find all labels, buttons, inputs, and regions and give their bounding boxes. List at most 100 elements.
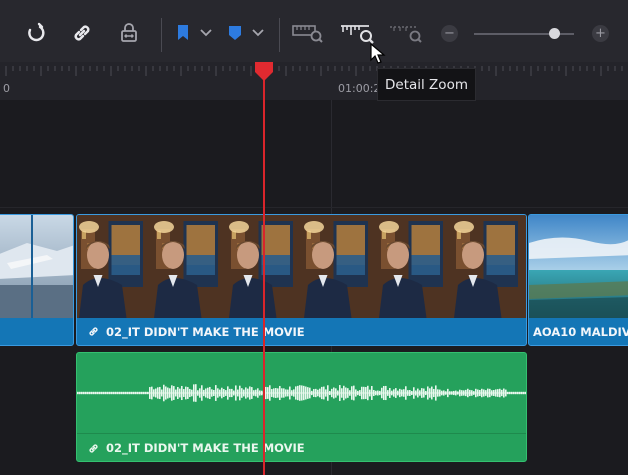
- waveform-sample: [101, 391, 103, 395]
- waveform-sample: [423, 388, 425, 398]
- waveform-sample: [117, 391, 119, 395]
- waveform-sample: [309, 387, 311, 399]
- toolbar-separator: [279, 18, 280, 52]
- waveform-sample: [169, 388, 171, 398]
- snap-icon[interactable]: [22, 18, 50, 48]
- timecode-ruler[interactable]: [0, 62, 628, 100]
- flag-icon[interactable]: [174, 18, 192, 48]
- waveform-sample: [493, 390, 495, 396]
- waveform-sample: [91, 391, 93, 395]
- waveform-sample: [435, 385, 437, 401]
- waveform-sample: [223, 389, 225, 397]
- waveform-sample: [419, 390, 421, 396]
- waveform-sample: [381, 387, 383, 399]
- waveform-sample: [331, 388, 333, 398]
- waveform-sample: [475, 388, 477, 398]
- waveform-sample: [157, 387, 159, 399]
- clip-name: 02_IT DIDN'T MAKE THE MOVIE: [106, 441, 305, 455]
- waveform-sample: [473, 391, 475, 395]
- waveform-sample: [503, 388, 505, 398]
- waveform-sample: [111, 391, 113, 395]
- waveform-sample: [271, 389, 273, 397]
- waveform-sample: [235, 385, 237, 401]
- waveform-sample: [451, 391, 453, 395]
- waveform-sample: [387, 390, 389, 396]
- zoom-out-icon[interactable]: −: [441, 25, 458, 42]
- waveform-sample: [283, 388, 285, 398]
- waveform-sample: [459, 389, 461, 397]
- waveform-sample: [219, 389, 221, 397]
- waveform-sample: [217, 388, 219, 398]
- waveform-sample: [225, 390, 227, 396]
- waveform-sample: [127, 391, 129, 395]
- waveform-sample: [351, 386, 353, 400]
- waveform-sample: [255, 389, 257, 397]
- waveform-sample: [221, 387, 223, 399]
- waveform-sample: [513, 391, 515, 395]
- waveform-sample: [207, 387, 209, 399]
- waveform-sample: [429, 388, 431, 398]
- waveform-sample: [401, 389, 403, 397]
- link-icon[interactable]: [68, 18, 96, 48]
- waveform-sample: [425, 390, 427, 396]
- waveform-sample: [243, 389, 245, 397]
- ruler-ticks: [5, 66, 623, 76]
- waveform-sample: [163, 384, 165, 402]
- waveform-sample: [395, 388, 397, 398]
- waveform-sample: [301, 385, 303, 401]
- waveform-sample: [311, 390, 313, 396]
- custom-zoom-icon[interactable]: [388, 18, 426, 48]
- chevron-down-icon[interactable]: [251, 18, 265, 48]
- waveform-sample: [79, 391, 81, 395]
- playhead-line[interactable]: [263, 70, 265, 475]
- waveform-sample: [303, 385, 305, 401]
- video-clip[interactable]: [0, 214, 74, 346]
- waveform-sample: [465, 389, 467, 397]
- audio-clip[interactable]: 02_IT DIDN'T MAKE THE MOVIE: [76, 352, 527, 462]
- waveform-sample: [305, 386, 307, 400]
- position-lock-icon[interactable]: [115, 18, 143, 48]
- waveform-sample: [139, 391, 141, 395]
- waveform-sample: [357, 390, 359, 396]
- waveform-sample: [323, 386, 325, 400]
- waveform-sample: [277, 388, 279, 398]
- waveform-sample: [267, 387, 269, 399]
- waveform-sample: [343, 385, 345, 401]
- waveform-sample: [333, 387, 335, 399]
- chevron-down-icon[interactable]: [199, 18, 213, 48]
- waveform-sample: [485, 390, 487, 396]
- waveform-sample: [123, 391, 125, 395]
- waveform-sample: [445, 391, 447, 395]
- waveform-sample: [229, 388, 231, 398]
- waveform-sample: [417, 388, 419, 398]
- zoom-slider-handle[interactable]: [549, 28, 560, 39]
- zoom-in-icon[interactable]: +: [592, 25, 609, 42]
- waveform-sample: [245, 387, 247, 399]
- waveform-sample: [325, 389, 327, 397]
- full-extent-zoom-icon[interactable]: [290, 18, 326, 48]
- waveform-sample: [199, 388, 201, 398]
- waveform-sample: [239, 385, 241, 401]
- waveform-sample: [273, 388, 275, 398]
- waveform-sample: [159, 386, 161, 400]
- marker-icon[interactable]: [226, 18, 244, 48]
- waveform-sample: [181, 385, 183, 401]
- waveform-sample: [507, 391, 509, 395]
- waveform-sample: [165, 386, 167, 400]
- video-clip[interactable]: AOA10 MALDIVES: [528, 214, 628, 346]
- waveform-sample: [511, 391, 513, 395]
- playhead-handle[interactable]: [254, 62, 274, 82]
- waveform-sample: [161, 389, 163, 397]
- mouse-cursor-icon: [370, 43, 386, 64]
- waveform-sample: [265, 386, 267, 400]
- waveform-sample: [403, 389, 405, 397]
- waveform-sample: [285, 389, 287, 397]
- waveform-sample: [151, 386, 153, 400]
- waveform-sample: [297, 385, 299, 401]
- waveform-sample: [253, 390, 255, 396]
- video-clip[interactable]: 02_IT DIDN'T MAKE THE MOVIE: [76, 214, 527, 346]
- waveform-sample: [515, 391, 517, 395]
- waveform-sample: [107, 391, 109, 395]
- link-icon: [87, 442, 100, 455]
- waveform-sample: [375, 390, 377, 396]
